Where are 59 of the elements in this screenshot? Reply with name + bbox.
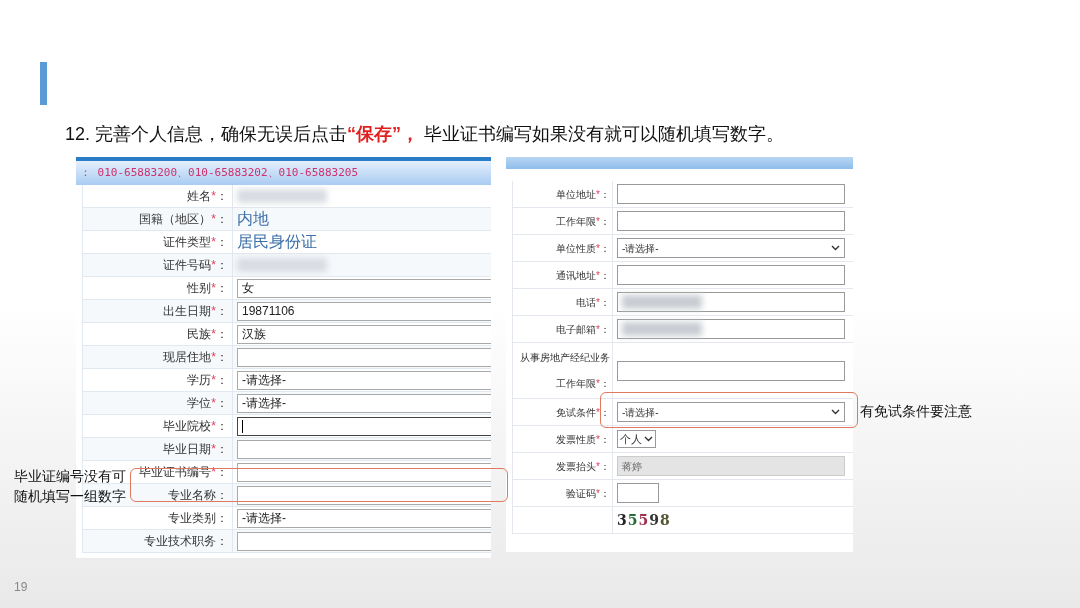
input-field[interactable] — [617, 184, 845, 204]
chevron-icon — [831, 409, 840, 415]
input-field[interactable]: -请选择- — [237, 370, 491, 390]
input-field[interactable]: -请选择- — [237, 508, 491, 528]
field-label: 证件类型*： — [163, 234, 228, 251]
input-field: 蒋婷 — [617, 456, 845, 476]
annotation-text: 毕业证编号没有可随机填写一组数字 — [14, 467, 127, 506]
input-field[interactable] — [617, 483, 659, 503]
field-label: 现居住地*： — [163, 349, 228, 366]
field-label: 毕业日期*： — [163, 441, 228, 458]
contact-header: ： 010-65883200、010-65883202、010-65883205 — [76, 157, 491, 185]
input-field[interactable] — [617, 292, 845, 312]
input-field[interactable] — [237, 531, 491, 551]
input-field[interactable] — [617, 319, 845, 339]
input-field[interactable] — [237, 439, 491, 459]
field-label: 电子邮箱*： — [556, 322, 610, 337]
chevron-icon — [644, 436, 653, 442]
field-label: 通讯地址*： — [556, 268, 610, 283]
input-field[interactable]: 女 — [237, 278, 491, 298]
field-label: 性别*： — [187, 280, 228, 297]
field-label: 毕业院校*： — [163, 418, 228, 435]
field-label: 发票抬头*： — [556, 459, 610, 474]
field-label: 学历*： — [187, 372, 228, 389]
field-label: 出生日期*： — [163, 303, 228, 320]
field-label: 专业技术职务： — [144, 533, 228, 550]
input-field[interactable] — [237, 347, 491, 367]
input-field[interactable] — [617, 211, 845, 231]
field-label: 验证码*： — [566, 486, 610, 501]
field-label: 发票性质*： — [556, 432, 610, 447]
field-label: 姓名*： — [187, 188, 228, 205]
field-value: 内地 — [237, 209, 269, 229]
field-label: 免试条件*： — [556, 405, 610, 420]
field-label: 工作年限*： — [556, 214, 610, 229]
page-number: 19 — [14, 579, 28, 596]
input-field[interactable]: 19871106 — [237, 301, 491, 321]
accent-bar — [40, 62, 47, 105]
annotation-text: 有免试条件要注意 — [860, 402, 972, 421]
field-value: 居民身份证 — [237, 232, 317, 252]
input-field[interactable] — [617, 360, 845, 381]
field-label: 专业名称： — [168, 487, 228, 504]
instruction-text: 12. 完善个人信息，确保无误后点击“保存”， 毕业证书编写如果没有就可以随机填写数字。 — [65, 124, 785, 144]
dropdown[interactable]: -请选择- — [617, 402, 845, 422]
captcha-image: 35598 — [617, 510, 671, 530]
field-label: 单位地址*： — [556, 187, 610, 202]
dropdown[interactable]: 个人 — [617, 430, 656, 448]
field-label: 从事房地产经纪业务工作年限*： — [519, 350, 610, 391]
input-field[interactable] — [237, 416, 491, 436]
field-label: 专业类别： — [168, 510, 228, 527]
field-label: 电话*： — [576, 295, 610, 310]
field-label: 国籍（地区）*： — [139, 211, 228, 228]
input-field[interactable]: 汉族 — [237, 324, 491, 344]
input-field[interactable]: -请选择- — [237, 393, 491, 413]
field-label: 民族*： — [187, 326, 228, 343]
chevron-icon — [831, 245, 840, 251]
input-field[interactable] — [617, 265, 845, 285]
field-label: 学位*： — [187, 395, 228, 412]
dropdown[interactable]: -请选择- — [617, 238, 845, 258]
field-label: 单位性质*： — [556, 241, 610, 256]
field-label: 证件号码*： — [163, 257, 228, 274]
